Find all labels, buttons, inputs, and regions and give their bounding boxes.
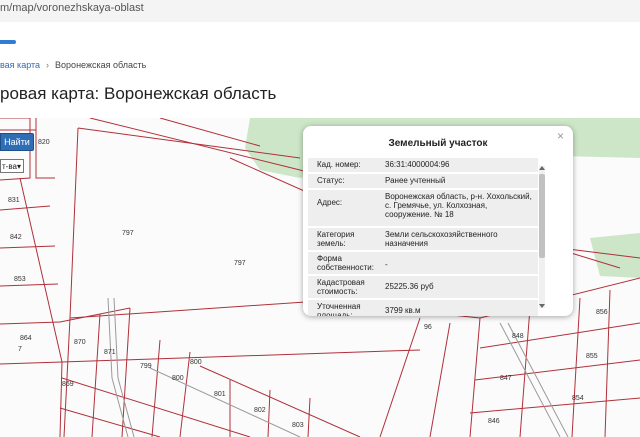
- parcel-label: 797: [122, 230, 134, 237]
- parcel-label: 864: [20, 335, 32, 342]
- row-key: Кад. номер:: [317, 160, 361, 169]
- parcel-label: 799: [140, 363, 152, 370]
- type-select[interactable]: т-ва▾: [0, 159, 24, 173]
- parcel-label: 853: [14, 276, 26, 283]
- address-bar[interactable]: m/map/voronezhskaya-oblast: [0, 0, 640, 22]
- find-button[interactable]: Найти: [0, 133, 34, 151]
- parcel-label: 800: [190, 359, 202, 366]
- parcel-label: 820: [38, 139, 50, 146]
- parcel-info-popup: Земельный участок × Кад. номер: 36:31:40…: [303, 126, 573, 316]
- parcel-label: 800: [172, 375, 184, 382]
- parcel-label: 831: [8, 197, 20, 204]
- table-row: Категория земель: Земли сельскохозяйстве…: [308, 228, 538, 250]
- parcel-label: 854: [572, 395, 584, 402]
- popup-title: Земельный участок: [388, 138, 488, 149]
- green-area: [590, 233, 640, 278]
- table-row: Адрес: Воронежская область, р-н. Хохольс…: [308, 190, 538, 226]
- table-row: Кад. номер: 36:31:4000004:96: [308, 158, 538, 172]
- breadcrumb: вая карта › Воронежская область: [0, 60, 146, 70]
- parcel-label: 96: [424, 324, 432, 331]
- breadcrumb-separator: ›: [46, 60, 50, 70]
- row-key: Форма собственности:: [317, 254, 374, 272]
- breadcrumb-current: Воронежская область: [55, 60, 147, 70]
- row-value: 25225.36 руб: [385, 282, 434, 291]
- breadcrumb-link-map[interactable]: вая карта: [0, 60, 40, 70]
- parcel-label: 871: [104, 349, 116, 356]
- popup-scrollbar-thumb[interactable]: [539, 174, 545, 258]
- close-icon[interactable]: ×: [557, 129, 564, 143]
- row-key: Адрес:: [317, 198, 343, 207]
- active-tab-indicator: [0, 40, 16, 44]
- scroll-up-arrow-icon[interactable]: [539, 166, 545, 170]
- parcel-label: 802: [254, 407, 266, 414]
- parcel-label: 855: [586, 353, 598, 360]
- parcel-label: 869: [62, 381, 74, 388]
- parcel-label: 801: [214, 391, 226, 398]
- table-row: Кадастровая стоимость: 25225.36 руб: [308, 276, 538, 298]
- row-key: Уточненная площадь:: [317, 302, 361, 316]
- parcel-label: 856: [596, 309, 608, 316]
- row-key: Статус:: [317, 176, 345, 185]
- parcel-label: 7: [18, 346, 22, 353]
- url-text[interactable]: m/map/voronezhskaya-oblast: [0, 2, 144, 14]
- scroll-down-arrow-icon[interactable]: [539, 304, 545, 308]
- parcel-label: 870: [74, 339, 86, 346]
- page-title: ровая карта: Воронежская область: [0, 84, 277, 103]
- parcel-label: 803: [292, 422, 304, 429]
- row-value: 3799 кв.м: [385, 306, 421, 315]
- table-row: Форма собственности: -: [308, 252, 538, 274]
- row-value: Земли сельскохозяйственного назначения: [385, 230, 498, 248]
- parcel-label: 848: [512, 333, 524, 340]
- row-key: Кадастровая стоимость:: [317, 278, 365, 296]
- row-value: 36:31:4000004:96: [385, 160, 450, 169]
- row-key: Категория земель:: [317, 230, 355, 248]
- row-value: Ранее учтенный: [385, 176, 446, 185]
- type-select-value: т-ва: [2, 162, 17, 171]
- parcel-label: 846: [488, 418, 500, 425]
- parcel-label: 842: [10, 234, 22, 241]
- parcel-label: 797: [234, 260, 246, 267]
- parcel-label: 847: [500, 375, 512, 382]
- row-value: -: [385, 260, 388, 269]
- row-value: Воронежская область, р-н. Хохольский, с.…: [385, 192, 532, 219]
- table-row: Уточненная площадь: 3799 кв.м: [308, 300, 538, 316]
- table-row: Статус: Ранее учтенный: [308, 174, 538, 188]
